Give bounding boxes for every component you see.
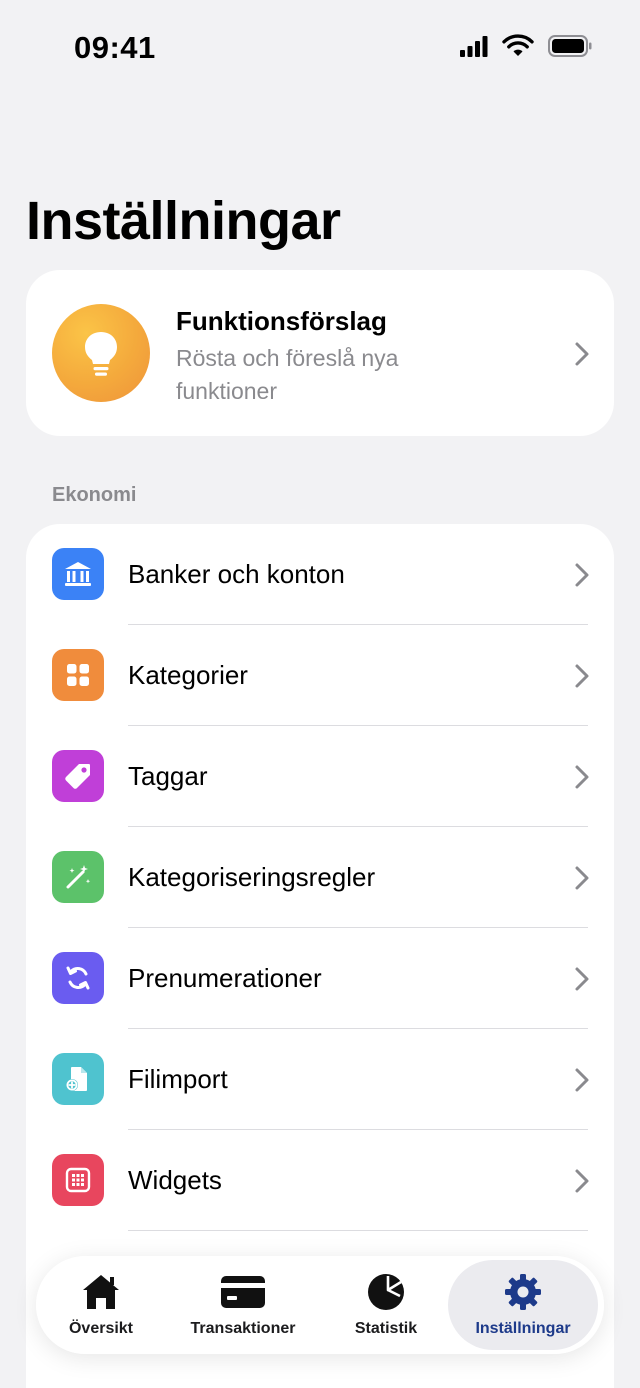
feature-suggestions-card[interactable]: Funktionsförslag Rösta och föreslå nya f…: [26, 270, 614, 436]
tab-label: Inställningar: [475, 1320, 571, 1337]
grid-icon: [52, 649, 104, 701]
tab-label: Transaktioner: [190, 1320, 296, 1337]
chevron-right-icon: [575, 563, 589, 587]
tab-transactions[interactable]: Transaktioner: [178, 1260, 308, 1350]
file-import-icon: [52, 1053, 104, 1105]
tag-icon: [52, 750, 104, 802]
chevron-right-icon: [575, 664, 589, 688]
row-label: Widgets: [128, 1165, 222, 1195]
status-icons: [460, 34, 592, 58]
lightbulb-icon: [52, 304, 150, 402]
settings-row-categories[interactable]: Kategorier: [26, 625, 614, 726]
chevron-right-icon: [575, 866, 589, 890]
row-label: Filimport: [128, 1064, 228, 1094]
wifi-icon: [502, 34, 534, 56]
magic-wand-icon: [52, 851, 104, 903]
chevron-right-icon: [575, 765, 589, 789]
cellular-signal-icon: [460, 36, 488, 57]
row-label: Taggar: [128, 761, 208, 791]
settings-row-banks-accounts[interactable]: Banker och konton: [26, 524, 614, 625]
chevron-right-icon: [575, 342, 589, 366]
status-bar: 09:41: [0, 0, 640, 96]
gear-icon: [503, 1272, 543, 1312]
section-header-economy: Ekonomi: [52, 484, 137, 506]
house-icon: [79, 1272, 123, 1312]
tab-overview[interactable]: Översikt: [46, 1260, 156, 1350]
status-time: 09:41: [74, 30, 156, 65]
tab-settings[interactable]: Inställningar: [448, 1260, 598, 1350]
settings-row-widgets[interactable]: Widgets: [26, 1130, 614, 1231]
chevron-right-icon: [575, 967, 589, 991]
row-label: Kategorier: [128, 660, 248, 690]
bank-icon: [52, 548, 104, 600]
row-label: Kategoriseringsregler: [128, 862, 376, 892]
refresh-icon: [52, 952, 104, 1004]
pie-chart-icon: [366, 1272, 406, 1312]
chevron-right-icon: [575, 1068, 589, 1092]
settings-row-subscriptions[interactable]: Prenumerationer: [26, 928, 614, 1029]
tab-label: Statistik: [354, 1320, 418, 1337]
battery-icon: [548, 35, 592, 57]
row-divider: [128, 1230, 588, 1231]
widgets-icon: [52, 1154, 104, 1206]
tab-label: Översikt: [68, 1320, 134, 1337]
feature-card-title: Funktionsförslag: [176, 306, 387, 336]
row-label: Banker och konton: [128, 559, 345, 589]
chevron-right-icon: [575, 1169, 589, 1193]
settings-row-file-import[interactable]: Filimport: [26, 1029, 614, 1130]
page-title: Inställningar: [26, 191, 341, 251]
tab-bar: Översikt Transaktioner Statistik Inställ…: [36, 1256, 604, 1354]
feature-card-subtitle: Rösta och föreslå nya funktioner: [176, 345, 399, 404]
row-label: Prenumerationer: [128, 963, 322, 993]
settings-row-tags[interactable]: Taggar: [26, 726, 614, 827]
tab-statistics[interactable]: Statistik: [336, 1260, 436, 1350]
card-icon: [220, 1272, 266, 1312]
settings-row-categorization-rules[interactable]: Kategoriseringsregler: [26, 827, 614, 928]
